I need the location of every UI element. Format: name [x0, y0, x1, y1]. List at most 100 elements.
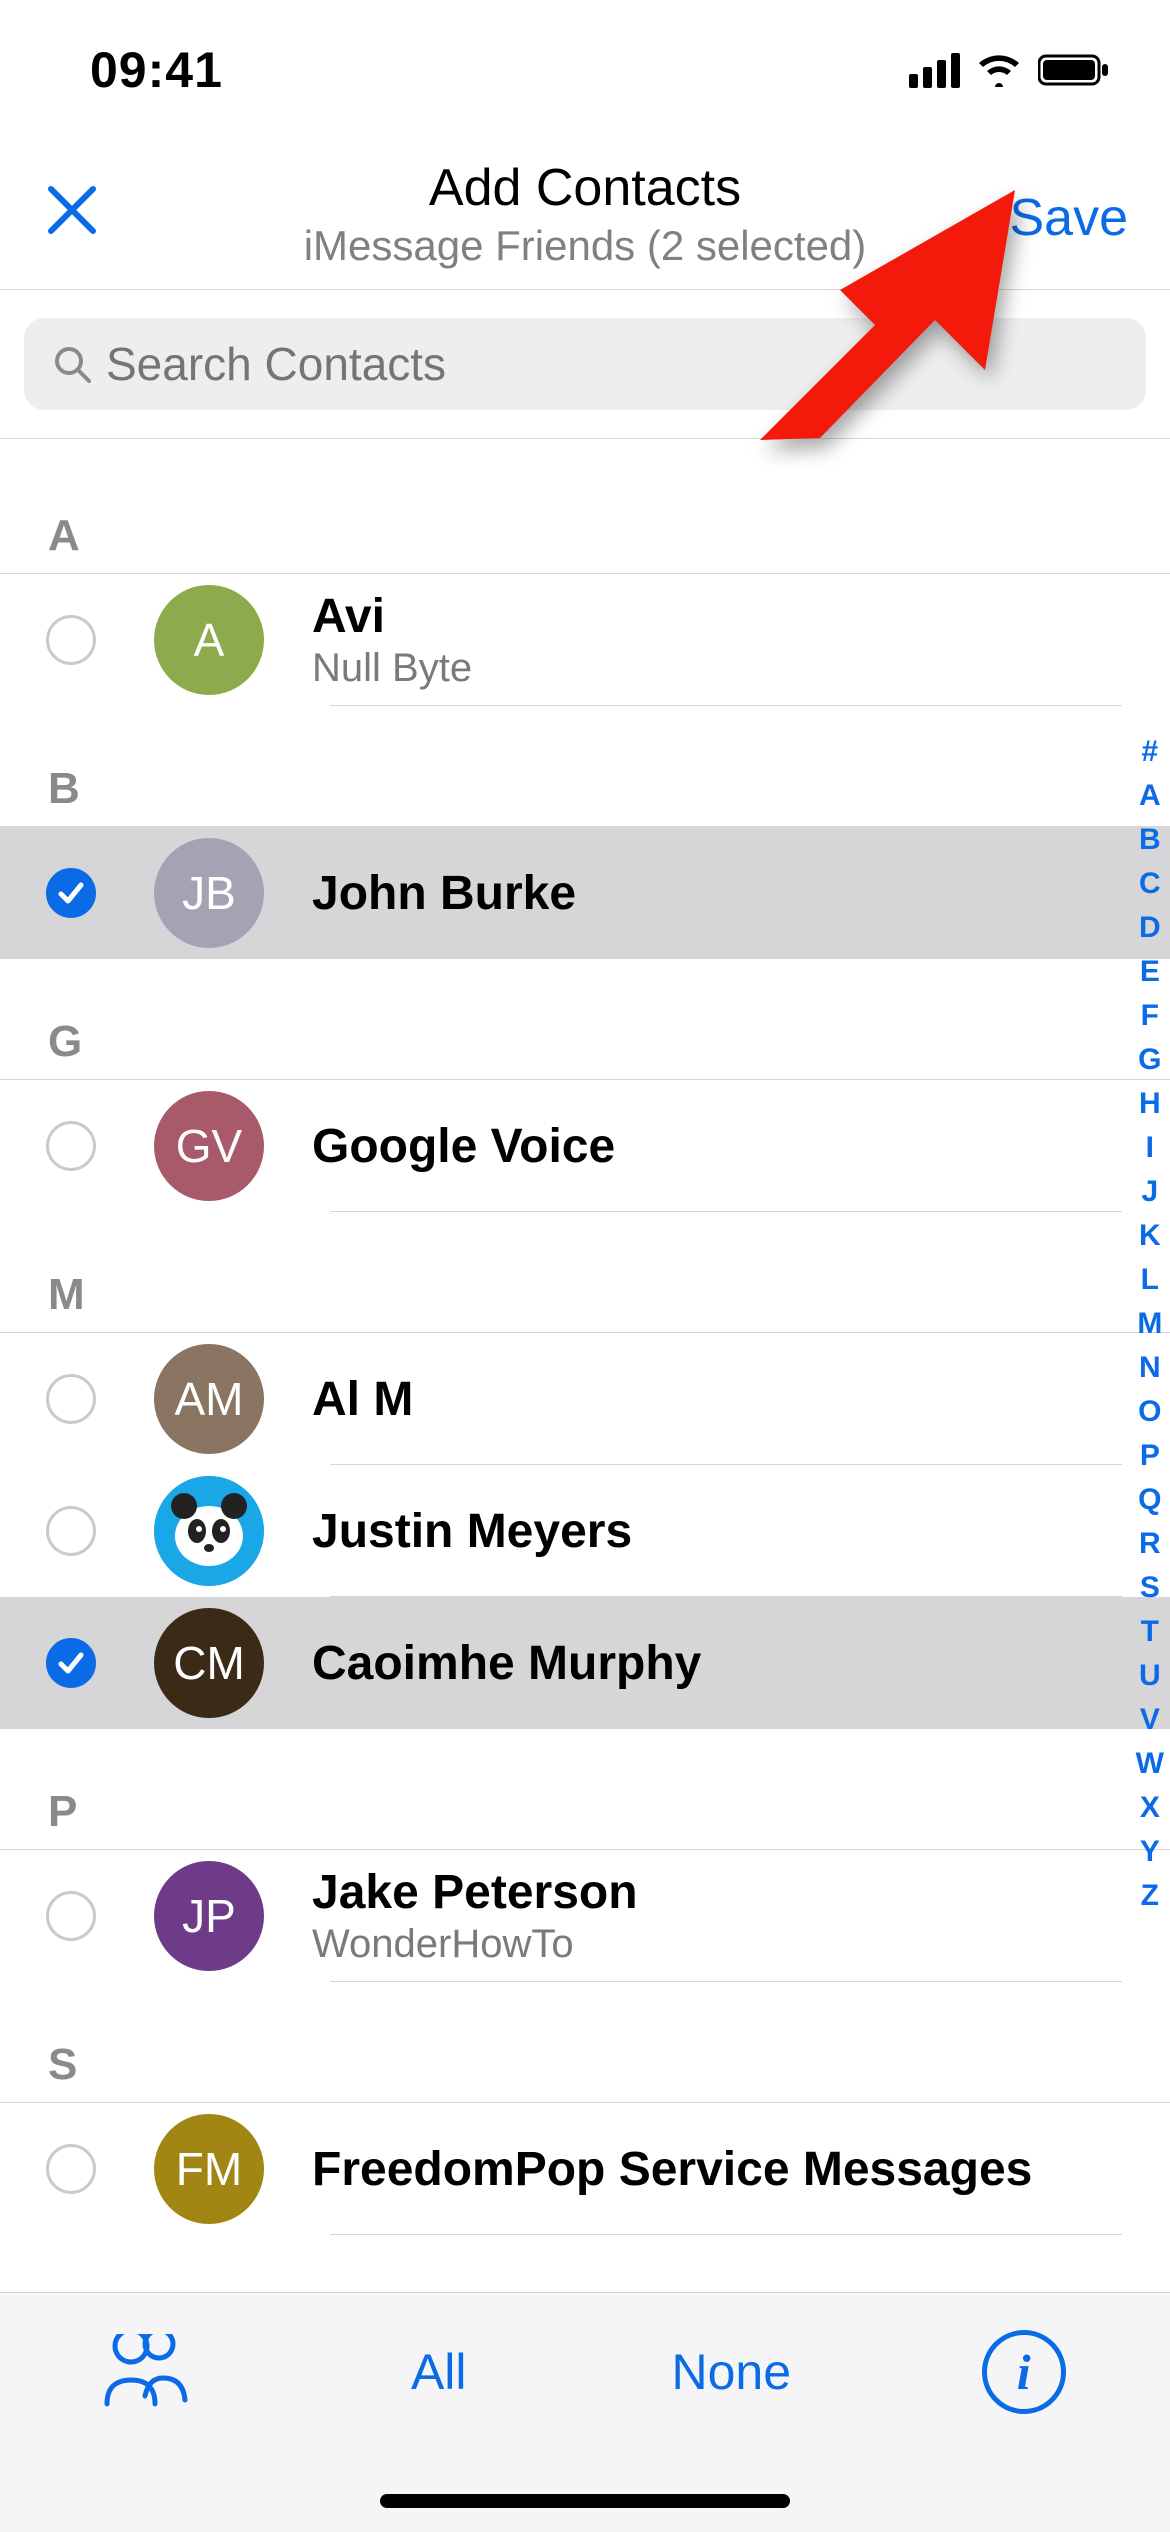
contact-row[interactable]: A AviNull Byte [0, 574, 1170, 706]
contact-name: Justin Meyers [312, 1504, 1142, 1559]
contact-avatar: FM [154, 2114, 264, 2224]
contact-avatar: JB [154, 838, 264, 948]
section-header: P [0, 1729, 1170, 1850]
index-letter[interactable]: M [1137, 1302, 1162, 1346]
row-divider [330, 705, 1122, 706]
contact-text: Al M [312, 1372, 1142, 1427]
contact-name: Avi [312, 589, 1142, 644]
section-header: B [0, 706, 1170, 827]
contact-avatar: A [154, 585, 264, 695]
index-letter[interactable]: I [1146, 1126, 1154, 1170]
contact-row[interactable]: JB John Burke [0, 827, 1170, 959]
wifi-icon [976, 53, 1022, 87]
index-letter[interactable]: K [1139, 1214, 1161, 1258]
index-letter[interactable]: Y [1140, 1830, 1160, 1874]
index-letter[interactable]: T [1141, 1610, 1159, 1654]
contact-name: FreedomPop Service Messages [312, 2142, 1142, 2197]
contact-row[interactable]: AM Al M [0, 1333, 1170, 1465]
section-header: G [0, 959, 1170, 1080]
contact-name: Al M [312, 1372, 1142, 1427]
status-indicators [909, 53, 1110, 88]
select-all-button[interactable]: All [359, 2327, 519, 2417]
index-letter[interactable]: A [1139, 774, 1161, 818]
select-none-button[interactable]: None [651, 2327, 811, 2417]
index-letter[interactable]: V [1140, 1698, 1160, 1742]
checkbox-unchecked[interactable] [46, 1891, 96, 1941]
contact-text: FreedomPop Service Messages [312, 2142, 1142, 2197]
contact-row[interactable]: JPJake PetersonWonderHowTo [0, 1850, 1170, 1982]
search-icon [52, 344, 92, 384]
index-letter[interactable]: L [1141, 1258, 1159, 1302]
checkbox-checked[interactable] [46, 868, 96, 918]
contact-list[interactable]: AAAviNull ByteBJBJohn BurkeGGVGoogle Voi… [0, 439, 1170, 2235]
checkbox-unchecked[interactable] [46, 1374, 96, 1424]
contact-row[interactable]: CM Caoimhe Murphy [0, 1597, 1170, 1729]
index-letter[interactable]: B [1139, 818, 1161, 862]
index-letter[interactable]: N [1139, 1346, 1161, 1390]
contact-avatar [154, 1476, 264, 1586]
close-button[interactable] [42, 180, 102, 240]
row-divider [330, 1981, 1122, 1982]
home-indicator [380, 2494, 790, 2508]
checkbox-checked[interactable] [46, 1638, 96, 1688]
index-letter[interactable]: H [1139, 1082, 1161, 1126]
cellular-icon [909, 53, 960, 88]
save-button[interactable]: Save [1009, 188, 1128, 248]
contact-text: John Burke [312, 866, 1142, 921]
checkbox-unchecked[interactable] [46, 1506, 96, 1556]
checkbox-unchecked[interactable] [46, 2144, 96, 2194]
contact-subtitle: WonderHowTo [312, 1922, 1142, 1967]
contact-avatar: AM [154, 1344, 264, 1454]
index-letter[interactable]: R [1139, 1522, 1161, 1566]
contact-text: Justin Meyers [312, 1504, 1142, 1559]
close-icon [45, 183, 99, 237]
contact-text: Caoimhe Murphy [312, 1636, 1142, 1691]
index-letter[interactable]: Z [1141, 1874, 1159, 1918]
index-letter[interactable]: E [1140, 950, 1160, 994]
info-button[interactable]: i [944, 2327, 1104, 2417]
index-letter[interactable]: C [1139, 862, 1161, 906]
search-field[interactable] [24, 318, 1146, 410]
index-letter[interactable]: W [1136, 1742, 1164, 1786]
index-letter[interactable]: J [1141, 1170, 1158, 1214]
index-letter[interactable]: X [1140, 1786, 1160, 1830]
contact-avatar: GV [154, 1091, 264, 1201]
people-icon [101, 2334, 191, 2410]
contact-subtitle: Null Byte [312, 646, 1142, 691]
contact-row[interactable]: GV Google Voice [0, 1080, 1170, 1212]
index-letter[interactable]: P [1140, 1434, 1160, 1478]
contact-name: John Burke [312, 866, 1142, 921]
section-header: S [0, 1982, 1170, 2103]
contact-row[interactable]: FM FreedomPop Service Messages [0, 2103, 1170, 2235]
contact-text: Jake PetersonWonderHowTo [312, 1865, 1142, 1967]
index-letter[interactable]: Q [1138, 1478, 1161, 1522]
battery-icon [1038, 53, 1110, 87]
checkbox-unchecked[interactable] [46, 1121, 96, 1171]
row-divider [330, 2234, 1122, 2235]
status-time: 09:41 [90, 41, 223, 99]
page-subtitle: iMessage Friends (2 selected) [0, 222, 1170, 270]
checkbox-unchecked[interactable] [46, 615, 96, 665]
section-header: M [0, 1212, 1170, 1333]
contact-row[interactable]: Justin Meyers [0, 1465, 1170, 1597]
index-letter[interactable]: D [1139, 906, 1161, 950]
contact-name: Google Voice [312, 1119, 1142, 1174]
index-letter[interactable]: S [1140, 1566, 1160, 1610]
contact-name: Caoimhe Murphy [312, 1636, 1142, 1691]
contact-text: Google Voice [312, 1119, 1142, 1174]
alphabet-index[interactable]: #ABCDEFGHIJKLMNOPQRSTUVWXYZ [1136, 730, 1164, 1918]
index-letter[interactable]: F [1141, 994, 1159, 1038]
contact-avatar: CM [154, 1608, 264, 1718]
page-title: Add Contacts [0, 158, 1170, 218]
index-letter[interactable]: U [1139, 1654, 1161, 1698]
nav-header: Add Contacts iMessage Friends (2 selecte… [0, 140, 1170, 290]
status-bar: 09:41 [0, 0, 1170, 140]
contacts-groups-button[interactable] [66, 2327, 226, 2417]
section-header: A [0, 439, 1170, 574]
search-input[interactable] [106, 337, 1118, 391]
index-letter[interactable]: G [1138, 1038, 1161, 1082]
index-letter[interactable]: # [1141, 730, 1158, 774]
row-divider [330, 1211, 1122, 1212]
index-letter[interactable]: O [1138, 1390, 1161, 1434]
contact-name: Jake Peterson [312, 1865, 1142, 1920]
